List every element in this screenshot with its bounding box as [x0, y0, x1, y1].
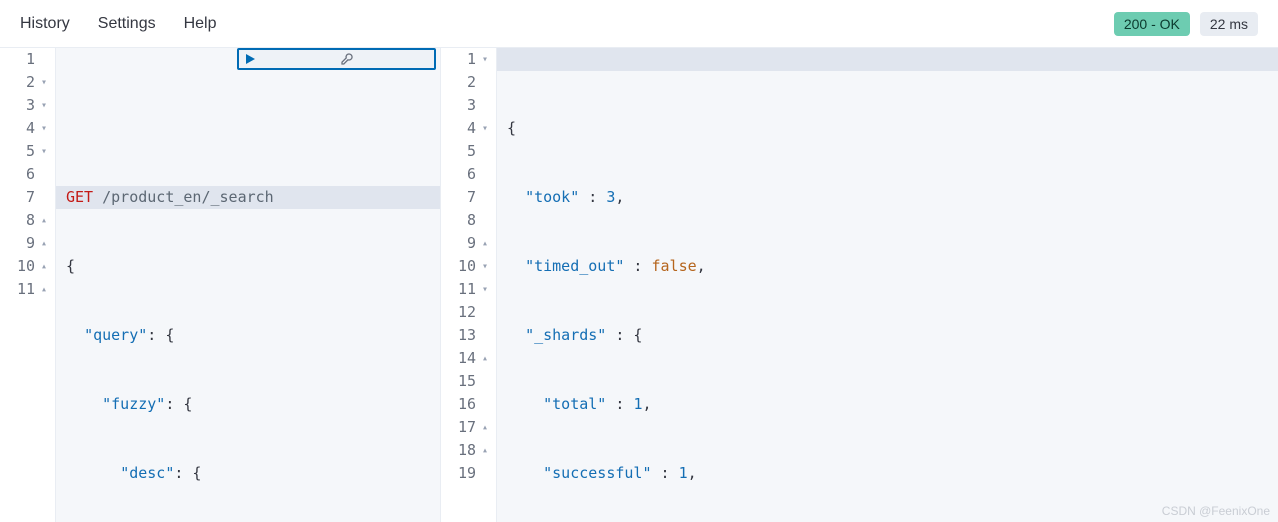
timing-badge: 22 ms — [1200, 12, 1258, 36]
response-gutter: 1▾ 2 3 4▾ 5 6 7 8 9▴ 10▾ 11▾ 12 13 14▴ 1… — [441, 48, 497, 522]
line-number: 4 — [26, 117, 35, 140]
line-number: 2 — [467, 71, 476, 94]
request-gutter: 1 2▾ 3▾ 4▾ 5▾ 6 7 8▴ 9▴ 10▴ 11▴ — [0, 48, 56, 522]
code-text: "desc" — [120, 464, 174, 482]
line-number: 1 — [467, 48, 476, 71]
menu-left: History Settings Help — [20, 15, 217, 33]
line-number: 9 — [467, 232, 476, 255]
top-menu-bar: History Settings Help 200 - OK 22 ms — [0, 0, 1278, 48]
line-number: 19 — [458, 462, 476, 485]
line-number: 8 — [467, 209, 476, 232]
code-text: , — [688, 464, 697, 482]
code-text: "took" — [525, 188, 579, 206]
line-number: 14 — [458, 347, 476, 370]
line-number: 6 — [26, 163, 35, 186]
fold-toggle-icon[interactable]: ▾ — [37, 140, 47, 163]
menu-history[interactable]: History — [20, 15, 70, 33]
request-path: /product_en/_search — [93, 188, 274, 206]
code-text: : { — [165, 395, 192, 413]
line-number: 1 — [26, 48, 35, 71]
fold-toggle-icon[interactable]: ▾ — [478, 278, 488, 301]
line-number: 4 — [467, 117, 476, 140]
line-number: 12 — [458, 301, 476, 324]
line-number: 11 — [17, 278, 35, 301]
fold-toggle-icon[interactable]: ▾ — [478, 48, 488, 71]
fold-toggle-icon[interactable]: ▴ — [37, 255, 47, 278]
code-text: { — [66, 255, 75, 278]
line-number: 10 — [458, 255, 476, 278]
line-number: 5 — [467, 140, 476, 163]
line-number: 6 — [467, 163, 476, 186]
line-number: 9 — [26, 232, 35, 255]
fold-toggle-icon[interactable]: ▴ — [478, 439, 488, 462]
menu-settings[interactable]: Settings — [98, 15, 156, 33]
line-number: 18 — [458, 439, 476, 462]
fold-toggle-icon[interactable]: ▾ — [478, 117, 488, 140]
code-text: , — [697, 257, 706, 275]
fold-toggle-icon[interactable]: ▾ — [37, 71, 47, 94]
code-text: "total" — [543, 395, 606, 413]
line-number: 10 — [17, 255, 35, 278]
fold-toggle-icon[interactable]: ▾ — [37, 117, 47, 140]
line-number: 11 — [458, 278, 476, 301]
code-text: "fuzzy" — [102, 395, 165, 413]
request-actions — [237, 48, 436, 70]
line-number: 7 — [26, 186, 35, 209]
line-number: 7 — [467, 186, 476, 209]
menu-help[interactable]: Help — [184, 15, 217, 33]
run-query-icon[interactable] — [243, 6, 333, 112]
editor-panes: 1 2▾ 3▾ 4▾ 5▾ 6 7 8▴ 9▴ 10▴ 11▴ GET /pro… — [0, 48, 1278, 522]
line-number: 15 — [458, 370, 476, 393]
status-badge: 200 - OK — [1114, 12, 1190, 36]
fold-toggle-icon[interactable]: ▴ — [478, 232, 488, 255]
line-number: 17 — [458, 416, 476, 439]
code-text: : { — [174, 464, 201, 482]
line-number: 2 — [26, 71, 35, 94]
fold-toggle-icon[interactable]: ▾ — [478, 255, 488, 278]
line-number: 3 — [26, 94, 35, 117]
wrench-icon[interactable] — [340, 6, 430, 112]
request-pane: 1 2▾ 3▾ 4▾ 5▾ 6 7 8▴ 9▴ 10▴ 11▴ GET /pro… — [0, 48, 440, 522]
fold-toggle-icon[interactable]: ▴ — [37, 209, 47, 232]
code-text: { — [507, 117, 516, 140]
fold-toggle-icon[interactable]: ▾ — [37, 94, 47, 117]
watermark-text: CSDN @FeenixOne — [1162, 504, 1270, 518]
code-text: 1 — [679, 464, 688, 482]
code-text: : — [579, 188, 606, 206]
request-editor[interactable]: GET /product_en/_search { "query": { "fu… — [56, 48, 440, 522]
http-method: GET — [66, 188, 93, 206]
code-text: : — [624, 257, 651, 275]
line-number: 3 — [467, 94, 476, 117]
line-number: 8 — [26, 209, 35, 232]
fold-toggle-icon[interactable]: ▴ — [478, 416, 488, 439]
fold-toggle-icon[interactable]: ▴ — [37, 232, 47, 255]
code-text: "timed_out" — [525, 257, 624, 275]
code-text: "query" — [84, 326, 147, 344]
code-text: , — [615, 188, 624, 206]
line-number: 5 — [26, 140, 35, 163]
code-text: : { — [147, 326, 174, 344]
code-text: "successful" — [543, 464, 651, 482]
code-text: : { — [606, 326, 642, 344]
code-text: "_shards" — [525, 326, 606, 344]
line-number: 13 — [458, 324, 476, 347]
response-viewer[interactable]: { "took" : 3, "timed_out" : false, "_sha… — [497, 48, 1278, 522]
fold-toggle-icon[interactable]: ▴ — [37, 278, 47, 301]
line-number: 16 — [458, 393, 476, 416]
fold-toggle-icon[interactable]: ▴ — [478, 347, 488, 370]
code-text: , — [642, 395, 651, 413]
code-text: : — [606, 395, 633, 413]
response-pane: 1▾ 2 3 4▾ 5 6 7 8 9▴ 10▾ 11▾ 12 13 14▴ 1… — [440, 48, 1278, 522]
code-text: false — [652, 257, 697, 275]
active-line-highlight — [497, 48, 1278, 71]
code-text: : — [652, 464, 679, 482]
